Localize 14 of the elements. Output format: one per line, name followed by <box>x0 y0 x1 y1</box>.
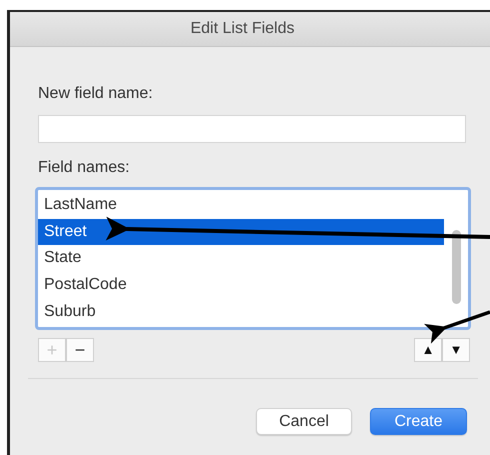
list-item[interactable]: State <box>38 245 444 272</box>
input-field[interactable] <box>38 115 466 143</box>
cancel-button[interactable]: Cancel <box>256 408 352 435</box>
field-label: New field name: <box>38 85 154 103</box>
list-item[interactable]: LastName <box>38 192 444 219</box>
list-item[interactable]: Suburb <box>38 298 444 325</box>
remove-button[interactable]: − <box>66 338 94 362</box>
window-title: Edit List Fields <box>190 20 295 38</box>
move-down-button[interactable]: ▼ <box>442 338 470 362</box>
list-label: Field names: <box>38 159 131 177</box>
pointer-arrow <box>424 310 490 344</box>
scrollbar-thumb[interactable] <box>452 230 460 304</box>
list-item[interactable]: PostalCode <box>38 272 444 298</box>
move-up-button[interactable]: ▲ <box>414 338 442 362</box>
